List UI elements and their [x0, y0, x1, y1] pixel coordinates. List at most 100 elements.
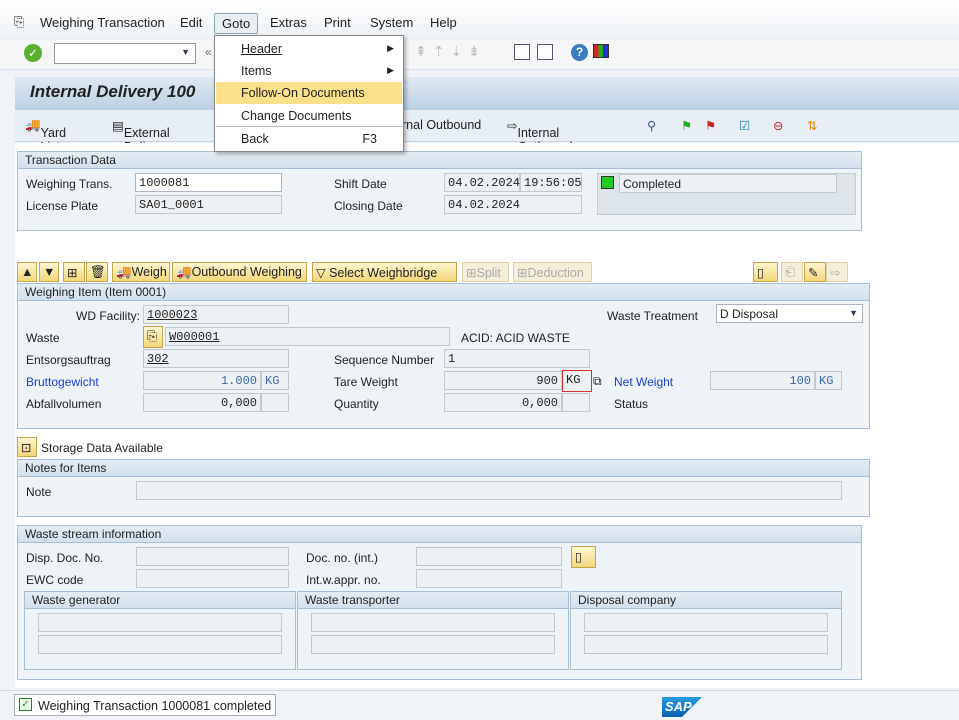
attach-icon[interactable]: ⎗ — [781, 262, 803, 282]
help-icon[interactable]: ? — [571, 44, 588, 61]
cancel-icon[interactable]: ⊖ — [773, 118, 783, 133]
transfer-icon[interactable]: ⇅ — [807, 118, 817, 133]
shift-date-field[interactable]: 04.02.2024 — [444, 173, 520, 192]
sequence-number-field[interactable]: 1 — [444, 349, 590, 368]
disp-doc-field[interactable] — [136, 547, 289, 566]
quantity-unit[interactable] — [562, 393, 590, 412]
net-weight-field[interactable]: 100 — [710, 371, 815, 390]
menu-item-follow-on-documents[interactable]: Follow-On Documents — [216, 82, 402, 104]
copy-icon[interactable]: ⧉ — [593, 374, 602, 389]
internal-outbound-button[interactable]: ⇨Internal Outbound — [507, 118, 572, 154]
intw-appr-field[interactable] — [416, 569, 562, 588]
export-icon[interactable]: ⇨ — [826, 262, 848, 282]
bruttogewicht-unit[interactable]: KG — [261, 371, 289, 390]
command-field[interactable]: ▼ — [54, 43, 196, 64]
external-delivery-button[interactable]: ▤External Delivery — [112, 118, 170, 154]
split-label: Split — [476, 266, 501, 280]
split-button[interactable]: ⊞Split — [462, 262, 509, 282]
menu-goto[interactable]: Goto — [214, 13, 259, 34]
outbound-weighing-label: Outbound Weighing — [191, 265, 302, 279]
net-weight-unit[interactable]: KG — [815, 371, 842, 390]
menu-item-header[interactable]: Header ▶ — [216, 38, 402, 60]
menu-weighing-transaction[interactable]: Weighing Transaction — [40, 15, 165, 30]
success-check-icon: ✓ — [19, 698, 32, 711]
waste-treatment-select[interactable]: D Disposal ▼ — [716, 304, 863, 323]
green-flag-icon[interactable]: ⚑ — [681, 118, 692, 133]
display-icon[interactable]: ⚲ — [647, 118, 656, 133]
menu-extras[interactable]: Extras — [270, 15, 307, 30]
storage-data-label: Storage Data Available — [41, 441, 163, 455]
tare-weight-unit[interactable]: KG — [562, 370, 592, 392]
delete-item-button[interactable]: 🗑 — [86, 262, 108, 282]
ewc-code-field[interactable] — [136, 569, 289, 588]
menu-system[interactable]: System — [370, 15, 413, 30]
weigh-button[interactable]: 🚚Weigh — [112, 262, 170, 282]
weighing-trans-field[interactable]: 1000081 — [135, 173, 282, 192]
menu-edit[interactable]: Edit — [180, 15, 202, 30]
chevron-down-icon[interactable]: ▼ — [849, 308, 858, 318]
enter-icon[interactable]: ✓ — [24, 44, 42, 62]
bruttogewicht-field[interactable]: 1.000 — [143, 371, 261, 390]
tare-weight-field[interactable]: 900 — [444, 371, 562, 390]
generator-field-1[interactable] — [38, 613, 282, 632]
group-header: Weighing Item (Item 0001) — [18, 284, 869, 301]
menu-print[interactable]: Print — [324, 15, 351, 30]
status-light-icon — [601, 176, 614, 189]
transporter-field-2[interactable] — [311, 635, 555, 654]
weigh-label: Weigh — [131, 265, 167, 279]
abfallvolumen-unit[interactable] — [261, 393, 289, 412]
status-message[interactable]: ✓ Weighing Transaction 1000081 completed — [14, 694, 276, 716]
page-nav-icons[interactable]: ⇞⇡⇣⇟ — [415, 43, 486, 60]
closing-date-field[interactable]: 04.02.2024 — [444, 195, 582, 214]
customize-layout-icon[interactable] — [593, 44, 609, 58]
menu-item-label: Follow-On Documents — [241, 86, 365, 100]
shortcut-icon[interactable] — [537, 44, 553, 60]
license-plate-field[interactable]: SA01_0001 — [135, 195, 282, 214]
menu-item-change-documents[interactable]: Change Documents — [216, 105, 402, 127]
status-label: Status — [614, 397, 649, 411]
chevron-down-icon[interactable]: ▼ — [181, 47, 190, 57]
select-weighbridge-button[interactable]: ▽ Select Weighbridge — [312, 262, 457, 282]
group-header: Waste transporter — [298, 592, 568, 609]
system-menu-icon[interactable]: ⎘ — [14, 14, 24, 30]
menu-help[interactable]: Help — [430, 15, 457, 30]
weighing-trans-label: Weighing Trans. — [26, 177, 113, 191]
document-icon[interactable]: ▯ — [753, 262, 778, 282]
waste-field[interactable]: W000001 — [165, 327, 450, 346]
group-header: Waste stream information — [18, 526, 861, 543]
wd-facility-field[interactable]: 1000023 — [143, 305, 289, 324]
storage-data-icon[interactable]: ⊡ — [17, 437, 37, 457]
menu-item-label: Header — [241, 42, 282, 56]
wd-facility-value: 1000023 — [147, 308, 198, 322]
entsorgsauftrag-field[interactable]: 302 — [143, 349, 289, 368]
check-icon[interactable]: ☑ — [739, 118, 750, 133]
transporter-field-1[interactable] — [311, 613, 555, 632]
doc-int-field[interactable] — [416, 547, 562, 566]
disp-doc-label: Disp. Doc. No. — [26, 551, 104, 565]
application-toolbar: 🚚 Yard List ▤External Delivery External … — [15, 110, 959, 154]
submenu-arrow-icon: ▶ — [387, 65, 394, 75]
disposal-field-2[interactable] — [584, 635, 828, 654]
disposal-field-1[interactable] — [584, 613, 828, 632]
note-field[interactable] — [136, 481, 842, 500]
add-item-button[interactable]: ⊞ — [63, 262, 85, 282]
outbound-weighing-button[interactable]: 🚚Outbound Weighing — [172, 262, 307, 282]
entsorgsauftrag-value: 302 — [147, 352, 169, 366]
collapse-icon[interactable]: « — [205, 45, 212, 59]
edit-note-icon[interactable]: ✎ — [804, 262, 826, 282]
new-session-icon[interactable] — [514, 44, 530, 60]
waste-value-help-icon[interactable]: ⎘ — [143, 326, 163, 348]
document-icon[interactable]: ▯ — [571, 546, 596, 568]
yard-list-button[interactable]: 🚚 Yard List — [25, 118, 66, 154]
abfallvolumen-field[interactable]: 0,000 — [143, 393, 261, 412]
red-flag-icon[interactable]: ⚑ — [705, 118, 716, 133]
quantity-field[interactable]: 0,000 — [444, 393, 562, 412]
menu-item-back[interactable]: Back F3 — [216, 128, 402, 150]
shift-time-field[interactable]: 19:56:05 — [520, 173, 582, 192]
generator-field-2[interactable] — [38, 635, 282, 654]
scroll-down-button[interactable]: ▼ — [39, 262, 59, 282]
deduction-button[interactable]: ⊞Deduction — [513, 262, 592, 282]
scroll-up-button[interactable]: ▲ — [17, 262, 37, 282]
license-plate-label: License Plate — [26, 199, 99, 213]
menu-item-items[interactable]: Items ▶ — [216, 60, 402, 82]
